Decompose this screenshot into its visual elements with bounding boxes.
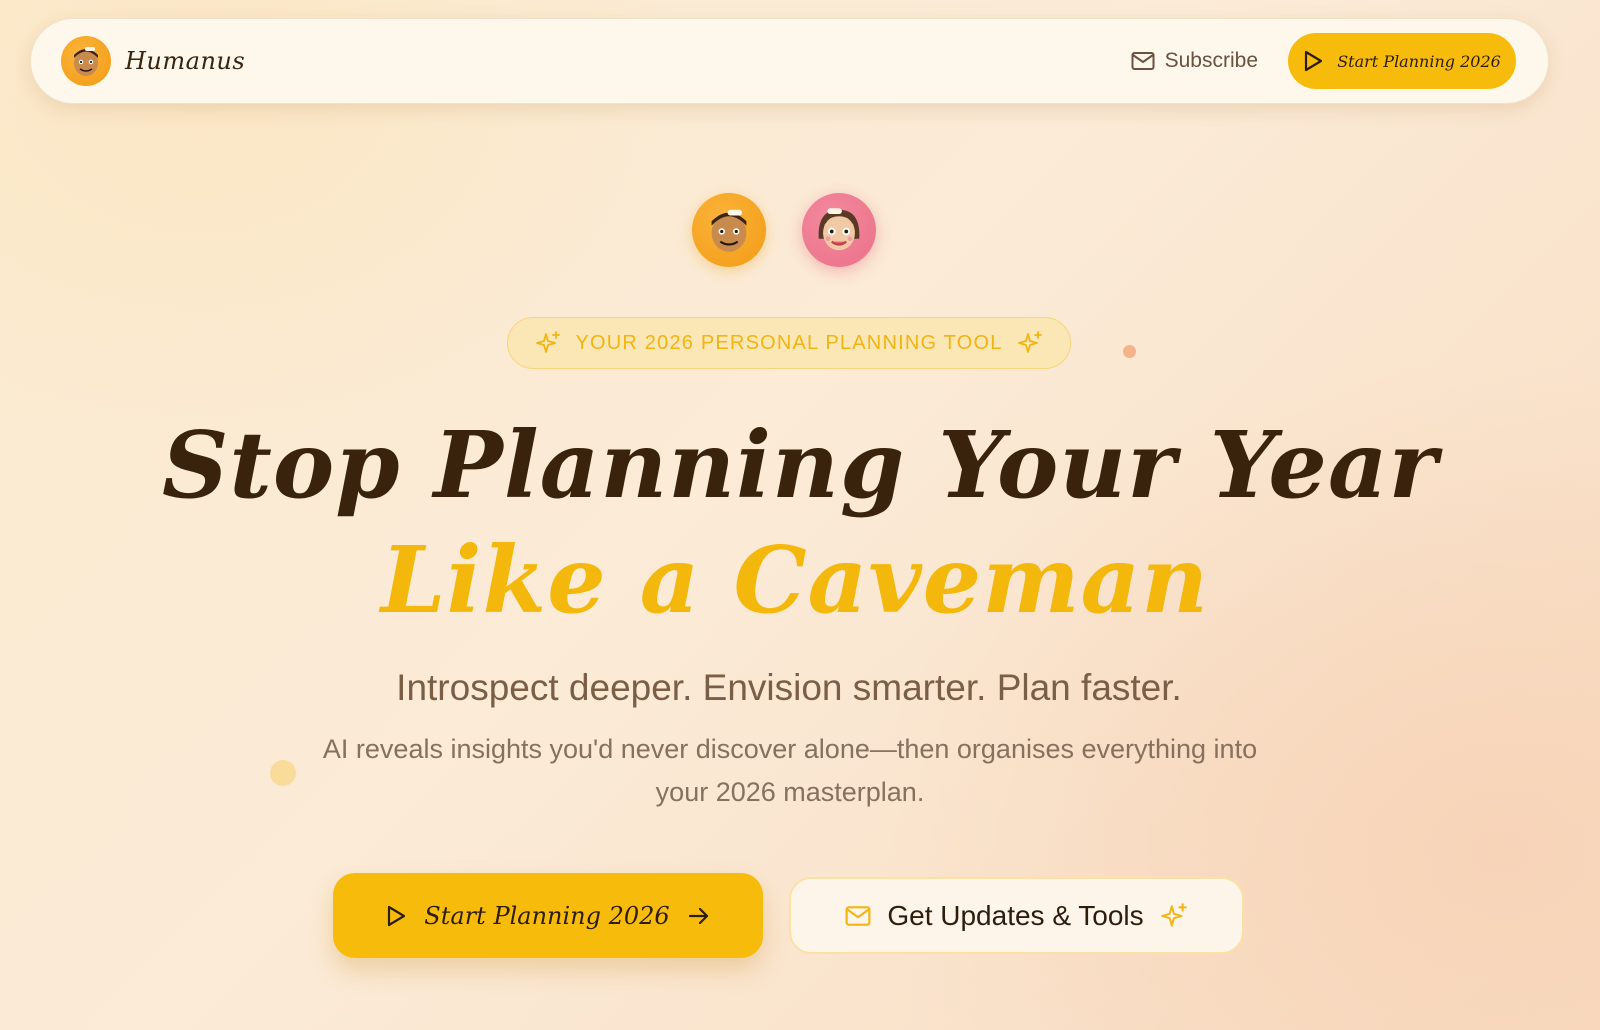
tagline: Introspect deeper. Envision smarter. Pla… xyxy=(396,667,1182,708)
play-icon xyxy=(1303,50,1323,72)
get-updates-button[interactable]: Get Updates & Tools xyxy=(789,877,1244,954)
sparkle-icon xyxy=(1017,330,1043,356)
headline-line-2: Like a Caveman xyxy=(380,526,1210,634)
badge-text: YOUR 2026 PERSONAL PLANNING TOOL xyxy=(575,331,1003,354)
mail-icon xyxy=(1131,51,1155,71)
play-icon xyxy=(386,905,406,927)
start-planning-button[interactable]: Start Planning 2026 xyxy=(333,873,763,958)
nav-cta-label: Start Planning 2026 xyxy=(1337,51,1501,71)
caveman-avatar-icon xyxy=(692,193,766,267)
decorative-dot xyxy=(270,760,296,786)
start-planning-label: Start Planning 2026 xyxy=(424,901,670,930)
decorative-dot xyxy=(1123,345,1136,358)
subscribe-link[interactable]: Subscribe xyxy=(1131,49,1258,73)
arrow-right-icon xyxy=(688,906,710,926)
headline-line-1: Stop Planning Your Year xyxy=(161,411,1439,519)
planning-tool-badge: YOUR 2026 PERSONAL PLANNING TOOL xyxy=(507,317,1071,369)
cavewoman-avatar-icon xyxy=(802,193,876,267)
brand[interactable]: Humanus xyxy=(61,36,245,86)
sparkle-icon xyxy=(535,330,561,356)
caveman-avatar-icon xyxy=(61,36,111,86)
sparkle-icon xyxy=(1160,902,1188,930)
nav-start-planning-button[interactable]: Start Planning 2026 xyxy=(1288,33,1516,89)
hero-avatars xyxy=(0,193,1568,267)
get-updates-label: Get Updates & Tools xyxy=(887,899,1144,931)
top-navbar: Humanus Subscribe Start Planning 2026 xyxy=(30,18,1549,104)
brand-name: Humanus xyxy=(125,47,246,75)
description: AI reveals insights you'd never discover… xyxy=(322,734,1258,807)
subscribe-label: Subscribe xyxy=(1164,49,1258,72)
mail-icon xyxy=(845,905,871,927)
